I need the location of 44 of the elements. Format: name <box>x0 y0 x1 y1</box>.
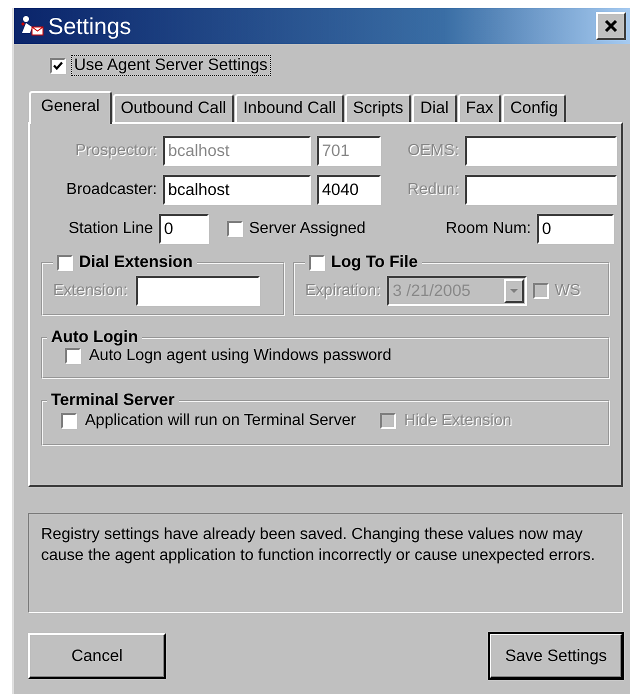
checkbox[interactable] <box>50 58 66 74</box>
close-button[interactable] <box>596 12 626 40</box>
group-title: Terminal Server <box>51 391 175 410</box>
tab[interactable]: Outbound Call <box>112 94 234 122</box>
field-label: Application will run on Terminal Server <box>85 412 356 430</box>
field-label: Use Agent Server Settings <box>72 56 270 75</box>
tab[interactable]: Dial <box>412 94 457 122</box>
field-label: Server Assigned <box>249 220 367 238</box>
field-label: Prospector: <box>75 142 157 160</box>
message-box: Registry settings have already been saved. Changing these values now may cause the agent application to function incorrectly or cause unexpected errors. <box>28 513 623 613</box>
app-icon <box>20 15 44 37</box>
group-title: Auto Login <box>51 328 138 347</box>
field-label: WS <box>554 282 580 300</box>
window-title: Settings <box>48 12 132 40</box>
tab[interactable]: General <box>29 91 112 124</box>
dropdown-arrow-icon <box>508 288 519 294</box>
input-field[interactable] <box>465 136 617 166</box>
close-icon <box>604 19 618 33</box>
dialog-button[interactable]: Cancel <box>28 633 166 679</box>
tab[interactable]: Scripts <box>344 94 412 122</box>
checkbox[interactable] <box>227 221 243 237</box>
input-field[interactable]: 0 <box>159 214 209 244</box>
field-label: Hide Extension <box>404 412 512 430</box>
checkbox[interactable] <box>65 348 81 364</box>
dialog-button[interactable]: Save Settings <box>489 633 623 679</box>
field-label: Station Line <box>68 220 153 238</box>
field-label: OEMS: <box>407 142 459 160</box>
input-field[interactable]: 0 <box>537 214 614 244</box>
tab[interactable]: Inbound Call <box>235 94 344 122</box>
field-label: Auto Logn agent using Windows password <box>89 347 392 365</box>
group-title: Log To File <box>331 253 418 272</box>
field-label: Redun: <box>407 181 459 199</box>
field-label: Room Num: <box>446 220 531 238</box>
port-field[interactable]: 4040 <box>317 175 381 205</box>
field-label: Broadcaster: <box>66 181 157 199</box>
input-field[interactable] <box>136 276 260 306</box>
checkbox[interactable] <box>61 413 77 429</box>
field-label: Expiration: <box>305 282 381 300</box>
host-field[interactable]: bcalhost <box>163 175 311 205</box>
field-label: Extension: <box>53 282 128 300</box>
group-title: Dial Extension <box>79 253 193 272</box>
input-field[interactable] <box>465 175 617 205</box>
tab[interactable]: Fax <box>458 94 502 122</box>
tab[interactable]: Config <box>502 94 566 122</box>
